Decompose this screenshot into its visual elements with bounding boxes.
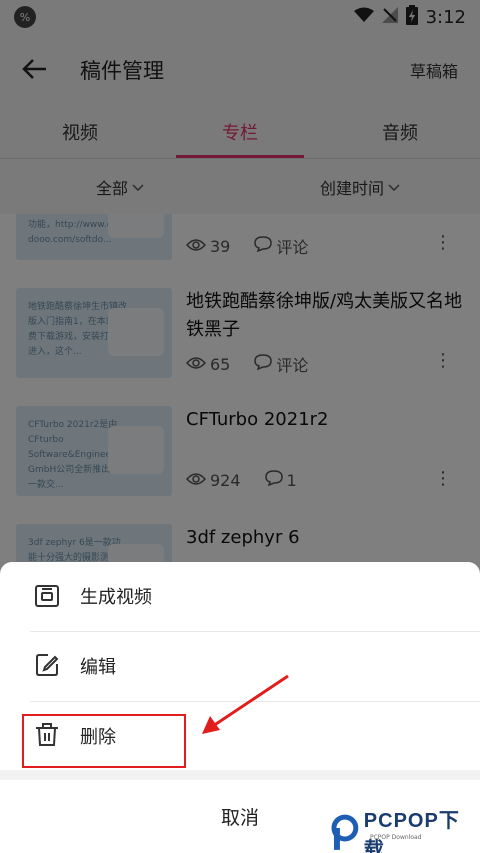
sheet-separator bbox=[0, 770, 480, 780]
watermark-subtext: PCPOP Download bbox=[370, 834, 422, 841]
watermark-text: PCPOP下载 bbox=[363, 810, 460, 853]
pcpop-logo-icon bbox=[331, 814, 359, 850]
edit-label: 编辑 bbox=[80, 657, 116, 678]
annotation-arrow-icon bbox=[202, 674, 289, 734]
highlight-annotation-box bbox=[22, 714, 186, 768]
video-frame-icon bbox=[34, 582, 62, 610]
generate-video-label: 生成视频 bbox=[80, 587, 152, 608]
watermark: PCPOP下载 PCPOP Download bbox=[330, 804, 480, 853]
generate-video-option[interactable]: 生成视频 bbox=[0, 562, 480, 630]
edit-icon bbox=[34, 652, 62, 680]
